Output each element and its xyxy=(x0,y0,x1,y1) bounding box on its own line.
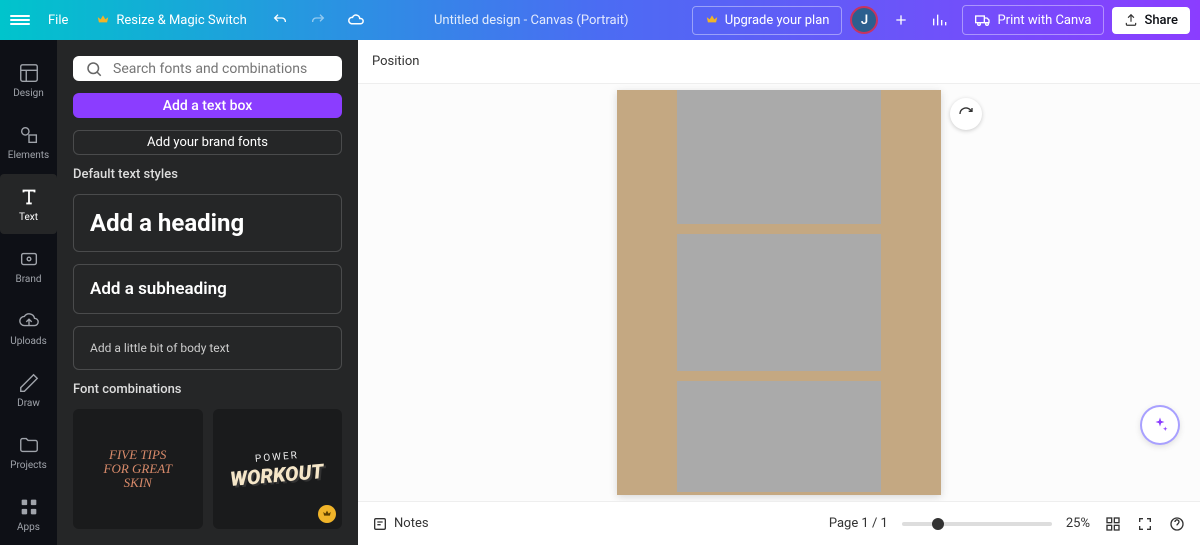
canvas-image-2[interactable] xyxy=(677,234,881,371)
help-button[interactable] xyxy=(1168,515,1186,533)
sidebar-item-label: Apps xyxy=(17,522,40,533)
add-member-button[interactable] xyxy=(886,5,916,35)
file-button[interactable]: File xyxy=(38,7,78,34)
brand-icon xyxy=(18,248,40,270)
crown-icon xyxy=(705,13,719,27)
upload-icon xyxy=(1124,13,1138,27)
grid-view-button[interactable] xyxy=(1104,515,1122,533)
text-panel: Add a text box Add your brand fonts Defa… xyxy=(57,40,358,545)
notes-button[interactable]: Notes xyxy=(372,516,429,532)
position-button[interactable]: Position xyxy=(372,54,419,69)
templates-icon xyxy=(18,62,40,84)
font-combo-card-1[interactable]: FIVE TIPS FOR GREAT SKIN xyxy=(73,409,203,529)
pencil-icon xyxy=(18,372,40,394)
crown-icon xyxy=(96,13,110,27)
canvas-image-1[interactable] xyxy=(677,90,881,224)
sidebar-item-label: Draw xyxy=(17,398,40,409)
brand-fonts-button[interactable]: Add your brand fonts xyxy=(73,130,342,155)
sidebar-item-label: Brand xyxy=(15,274,41,285)
sidebar-item-label: Elements xyxy=(8,150,49,161)
add-heading-button[interactable]: Add a heading xyxy=(73,194,342,252)
canvas-toolbar: Position xyxy=(358,40,1200,84)
print-button[interactable]: Print with Canva xyxy=(962,5,1104,35)
upgrade-button[interactable]: Upgrade your plan xyxy=(692,6,843,35)
resize-magic-button[interactable]: Resize & Magic Switch xyxy=(86,7,256,34)
text-icon xyxy=(18,186,40,208)
add-text-box-button[interactable]: Add a text box xyxy=(73,93,342,118)
fullscreen-button[interactable] xyxy=(1136,515,1154,533)
refresh-icon xyxy=(958,106,974,122)
canvas-area: Position Notes Page 1 / 1 xyxy=(358,40,1200,545)
premium-badge xyxy=(318,505,336,523)
document-title[interactable]: Untitled design - Canvas (Portrait) xyxy=(379,13,684,28)
undo-button[interactable] xyxy=(265,5,295,35)
share-button[interactable]: Share xyxy=(1112,7,1190,34)
search-icon xyxy=(85,60,103,78)
add-body-text-button[interactable]: Add a little bit of body text xyxy=(73,326,342,370)
canvas-viewport[interactable] xyxy=(358,84,1200,501)
cloud-sync-icon[interactable] xyxy=(341,5,371,35)
shapes-icon xyxy=(18,124,40,146)
canvas-undo-button[interactable] xyxy=(950,98,982,130)
search-input[interactable] xyxy=(113,61,330,77)
notes-icon xyxy=(372,516,388,532)
font-combos-label: Font combinations xyxy=(73,382,342,397)
font-combo-card-2[interactable]: POWER WORKOUT xyxy=(213,409,343,529)
avatar[interactable]: J xyxy=(850,6,878,34)
sidebar-item-label: Design xyxy=(13,88,44,99)
default-styles-label: Default text styles xyxy=(73,167,342,182)
sidebar-item-draw[interactable]: Draw xyxy=(0,360,57,420)
search-box[interactable] xyxy=(73,56,342,81)
topbar: File Resize & Magic Switch Untitled desi… xyxy=(0,0,1200,40)
tool-sidebar: Design Elements Text Brand Uploads Draw … xyxy=(0,40,57,545)
menu-icon[interactable] xyxy=(10,13,30,27)
combo-preview-text: FIVE TIPS FOR GREAT SKIN xyxy=(104,448,172,491)
redo-button[interactable] xyxy=(303,5,333,35)
sidebar-item-label: Text xyxy=(19,212,38,223)
analytics-button[interactable] xyxy=(924,5,954,35)
sidebar-item-elements[interactable]: Elements xyxy=(0,112,57,172)
sparkle-icon xyxy=(1151,416,1169,434)
sidebar-item-uploads[interactable]: Uploads xyxy=(0,298,57,358)
sidebar-item-design[interactable]: Design xyxy=(0,50,57,110)
sidebar-item-projects[interactable]: Projects xyxy=(0,422,57,482)
apps-icon xyxy=(18,496,40,518)
sidebar-item-label: Projects xyxy=(10,460,47,471)
truck-icon xyxy=(975,12,991,28)
cloud-upload-icon xyxy=(18,310,40,332)
canvas-page[interactable] xyxy=(617,90,941,495)
combo-preview-text: POWER WORKOUT xyxy=(230,452,324,487)
page-indicator[interactable]: Page 1 / 1 xyxy=(829,516,888,531)
sidebar-item-apps[interactable]: Apps xyxy=(0,484,57,544)
folder-icon xyxy=(18,434,40,456)
add-subheading-button[interactable]: Add a subheading xyxy=(73,264,342,314)
sidebar-item-label: Uploads xyxy=(10,336,46,347)
zoom-slider[interactable] xyxy=(902,522,1052,526)
sidebar-item-brand[interactable]: Brand xyxy=(0,236,57,296)
zoom-level[interactable]: 25% xyxy=(1066,516,1090,531)
sidebar-item-text[interactable]: Text xyxy=(0,174,57,234)
canvas-image-3[interactable] xyxy=(677,381,881,492)
ai-assistant-button[interactable] xyxy=(1142,407,1178,443)
canvas-bottombar: Notes Page 1 / 1 25% xyxy=(358,501,1200,545)
